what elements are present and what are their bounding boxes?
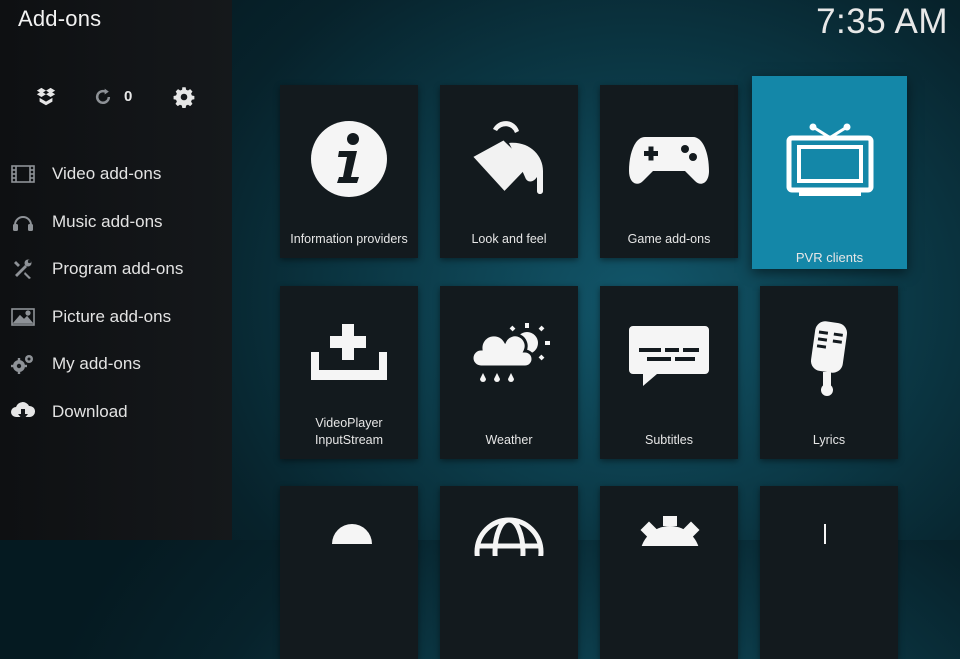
clock: 7:35 AM (816, 2, 948, 41)
gears-icon (10, 353, 36, 375)
tile-label: PVR clients (795, 250, 864, 265)
weather-icon (440, 308, 578, 404)
globe-icon (473, 516, 545, 587)
partial-icon (824, 524, 826, 544)
headphones-icon (10, 211, 36, 233)
tile-lyrics[interactable]: Lyrics (760, 286, 898, 459)
sidebar-item-label: Picture add-ons (52, 307, 172, 326)
cloud-download-icon (10, 401, 36, 423)
install-from-zip-icon[interactable] (33, 84, 59, 110)
tile-look-and-feel[interactable]: Look and feel (440, 85, 578, 258)
tile-label: VideoPlayer InputStream (314, 416, 384, 447)
tv-icon (752, 112, 907, 208)
tile-videoplayer-inputstream[interactable]: VideoPlayer InputStream (280, 286, 418, 459)
refresh-icon[interactable] (90, 84, 116, 110)
tile-label: Look and feel (471, 232, 547, 246)
tile-partial[interactable] (440, 486, 578, 659)
subtitles-icon (600, 308, 738, 404)
tile-weather[interactable]: Weather (440, 286, 578, 459)
tile-pvr-clients[interactable]: PVR clients (752, 76, 907, 269)
sidebar-item-picture-addons[interactable]: Picture add-ons (0, 297, 232, 337)
tile-game-addons[interactable]: Game add-ons (600, 85, 738, 258)
tile-label: Subtitles (645, 433, 693, 447)
sidebar-item-music-addons[interactable]: Music add-ons (0, 202, 232, 242)
tools-icon (10, 258, 36, 280)
tile-label: Lyrics (812, 433, 846, 447)
settings-gear-icon[interactable] (171, 84, 197, 110)
tile-partial[interactable] (760, 486, 898, 659)
tile-subtitles[interactable]: Subtitles (600, 286, 738, 459)
update-count: 0 (124, 88, 133, 105)
sidebar-item-label: Program add-ons (52, 259, 184, 278)
tile-information-providers[interactable]: Information providers (280, 85, 418, 258)
input-add-icon (280, 306, 418, 402)
partial-icon (332, 524, 372, 544)
film-strip-icon (10, 163, 36, 185)
picture-icon (10, 306, 36, 328)
sidebar-item-label: Download (52, 402, 128, 421)
sidebar-item-program-addons[interactable]: Program add-ons (0, 249, 232, 289)
gear-icon (635, 516, 705, 586)
tile-label: Information providers (290, 232, 408, 246)
sidebar-item-my-addons[interactable]: My add-ons (0, 344, 232, 384)
gamepad-icon (600, 111, 738, 207)
tile-partial[interactable] (600, 486, 738, 659)
sidebar-item-label: My add-ons (52, 354, 141, 373)
paint-bucket-icon (440, 111, 578, 207)
microphone-icon (760, 310, 898, 406)
sidebar-item-download[interactable]: Download (0, 392, 232, 432)
info-icon (280, 111, 418, 207)
tile-label: Game add-ons (627, 232, 711, 246)
sidebar-item-label: Music add-ons (52, 212, 163, 231)
sidebar-item-video-addons[interactable]: Video add-ons (0, 154, 232, 194)
tile-partial[interactable] (280, 486, 418, 659)
sidebar-item-label: Video add-ons (52, 164, 162, 183)
page-title: Add-ons (18, 6, 102, 31)
tile-label: Weather (485, 433, 533, 447)
